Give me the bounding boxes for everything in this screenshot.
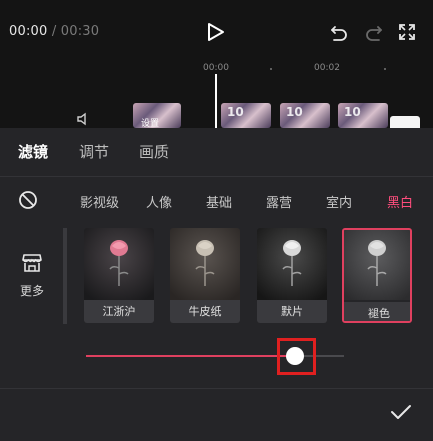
- filter-item-selected[interactable]: 褪色: [342, 228, 412, 323]
- filter-item[interactable]: 江浙沪: [84, 228, 154, 323]
- filter-panel: 滤镜 调节 画质 影视级 人像 基础 露营 室内 黑白 更多 江浙沪 牛皮纸 默…: [0, 128, 433, 441]
- player-toolbar: 00:00 / 00:30: [0, 0, 433, 60]
- video-clip[interactable]: 10: [338, 103, 388, 128]
- clip-edge-handle[interactable]: [390, 116, 420, 128]
- rose-pink-thumbnail: [84, 228, 154, 300]
- video-clip[interactable]: 10: [221, 103, 271, 128]
- fullscreen-icon[interactable]: [398, 23, 416, 41]
- audio-icon[interactable]: [76, 112, 94, 126]
- tab-filter[interactable]: 滤镜: [18, 141, 48, 162]
- undo-icon[interactable]: [330, 24, 348, 42]
- intensity-slider-fill: [86, 355, 295, 357]
- filter-item[interactable]: 牛皮纸: [170, 228, 240, 323]
- no-filter-icon[interactable]: [18, 190, 38, 210]
- time-display: 00:00 / 00:30: [9, 24, 99, 39]
- filter-item[interactable]: 默片: [257, 228, 327, 323]
- total-time: 00:30: [60, 24, 100, 39]
- video-clip[interactable]: 10: [280, 103, 330, 128]
- tab-adjust[interactable]: 调节: [79, 141, 109, 162]
- ruler-label: 00:00: [203, 63, 229, 73]
- current-time: 00:00: [9, 24, 48, 39]
- divider: [0, 388, 433, 389]
- time-separator: /: [51, 24, 57, 39]
- category-film[interactable]: 影视级: [80, 192, 119, 211]
- store-icon[interactable]: [21, 252, 43, 274]
- divider: [0, 176, 433, 177]
- check-icon[interactable]: [390, 403, 412, 421]
- filter-label: 褪色: [344, 302, 410, 321]
- redo-icon[interactable]: [365, 24, 383, 42]
- category-basic[interactable]: 基础: [206, 192, 232, 211]
- scroll-edge-divider: [63, 228, 67, 324]
- tab-quality[interactable]: 画质: [139, 141, 169, 162]
- clip-label: 设置: [141, 119, 160, 128]
- filter-label: 江浙沪: [84, 300, 154, 323]
- slider-highlight-box: [276, 338, 316, 375]
- category-portrait[interactable]: 人像: [146, 192, 172, 211]
- play-icon[interactable]: [207, 22, 225, 42]
- filter-label: 牛皮纸: [170, 300, 240, 323]
- clip-number: 10: [227, 105, 244, 119]
- clip-number: 10: [286, 105, 303, 119]
- ruler-dot: [384, 68, 386, 70]
- rose-sepia-thumbnail: [170, 228, 240, 300]
- ruler-dot: [270, 68, 272, 70]
- store-label[interactable]: 更多: [20, 282, 44, 299]
- playhead[interactable]: [215, 74, 217, 130]
- category-indoor[interactable]: 室内: [326, 192, 352, 211]
- rose-faded-thumbnail: [344, 230, 410, 300]
- filter-label: 默片: [257, 300, 327, 323]
- category-black-white[interactable]: 黑白: [387, 192, 413, 211]
- ruler-label: 00:02: [314, 63, 340, 73]
- timeline[interactable]: 00:00 00:02 设置 10 10 10: [0, 60, 433, 130]
- category-camping[interactable]: 露营: [266, 192, 292, 211]
- video-clip[interactable]: 设置: [133, 103, 181, 128]
- rose-silent-thumbnail: [257, 228, 327, 300]
- clip-number: 10: [344, 105, 361, 119]
